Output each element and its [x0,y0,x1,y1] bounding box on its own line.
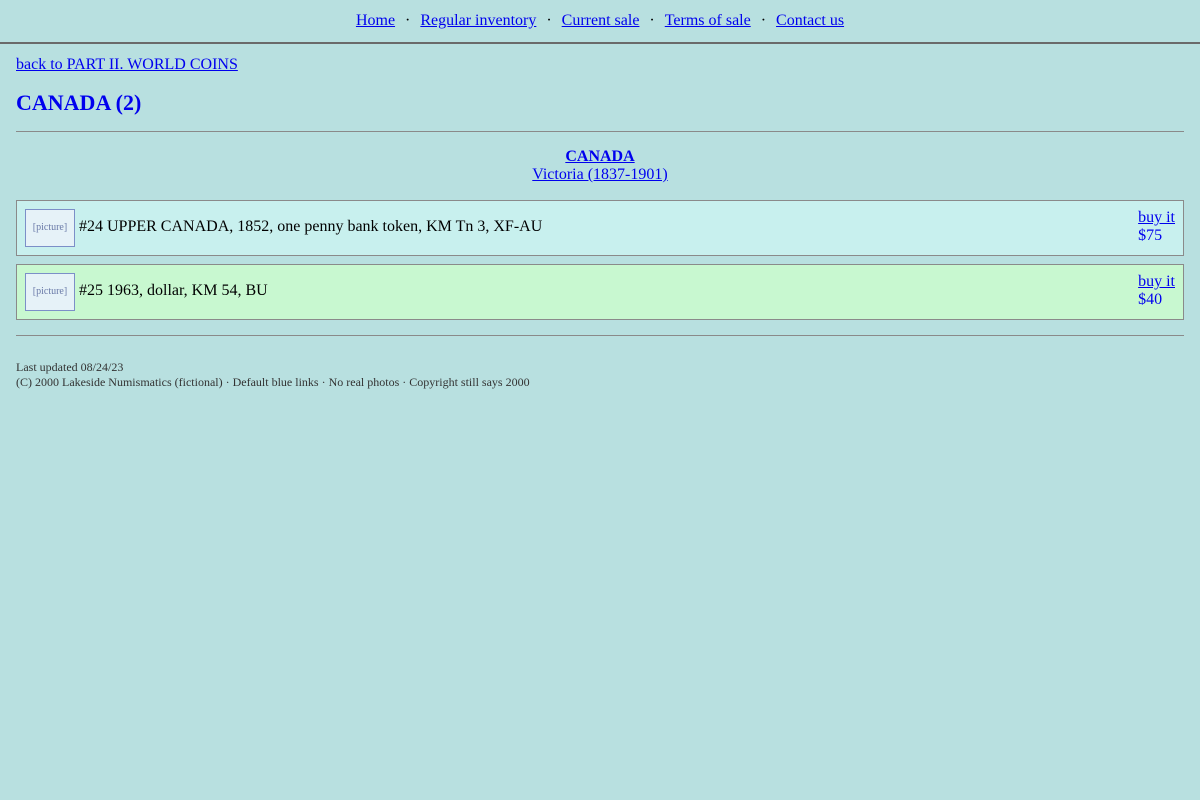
section-country-link[interactable]: CANADA [16,148,1184,166]
last-updated-text: Last updated 08/24/23 [16,360,124,374]
nav-current-sale-link[interactable]: Current sale [562,12,640,29]
main-content: back to PART II. WORLD COINS CANADA (2) … [0,56,1200,390]
divider [16,131,1184,132]
listing-row: [picture] #25 1963, dollar, KM 54, BU bu… [16,264,1184,320]
copyright-text: (C) 2000 Lakeside Numismatics (fictional… [16,375,530,389]
nav-contact-us-link[interactable]: Contact us [776,12,844,29]
section-reign-link[interactable]: Victoria (1837-1901) [16,166,1184,184]
nav-home-link[interactable]: Home [356,12,395,29]
listing-description: #24 UPPER CANADA, 1852, one penny bank t… [79,218,543,235]
listing-row: [picture] #24 UPPER CANADA, 1852, one pe… [16,200,1184,256]
coin-picture-placeholder[interactable]: [picture] [25,273,75,311]
listing-price: $75 [1138,227,1163,244]
divider [16,335,1184,336]
nav-separator: · [760,12,767,29]
listing-description: #25 1963, dollar, KM 54, BU [79,282,268,299]
buy-it-link[interactable]: buy it [1138,273,1175,290]
nav-regular-inventory-link[interactable]: Regular inventory [420,12,536,29]
nav-separator: · [405,12,411,29]
page-title: CANADA (2) [16,90,142,115]
coin-picture-placeholder[interactable]: [picture] [25,209,75,247]
listing-price: $40 [1138,291,1163,308]
nav-separator: · [649,12,655,29]
nav-separator: · [546,12,552,29]
nav-terms-of-sale-link[interactable]: Terms of sale [665,12,751,29]
top-navigation: Home · Regular inventory · Current sale · Term… [0,0,1200,44]
section-heading: CANADA Victoria (1837-1901) [16,148,1184,184]
back-link[interactable]: back to PART II. WORLD COINS [16,56,1184,74]
page-footer: Last updated 08/24/23 (C) 2000 Lakeside … [16,360,1184,390]
buy-block: buy it $75 [1138,209,1175,245]
buy-block: buy it $40 [1138,273,1175,309]
buy-it-link[interactable]: buy it [1138,209,1175,226]
